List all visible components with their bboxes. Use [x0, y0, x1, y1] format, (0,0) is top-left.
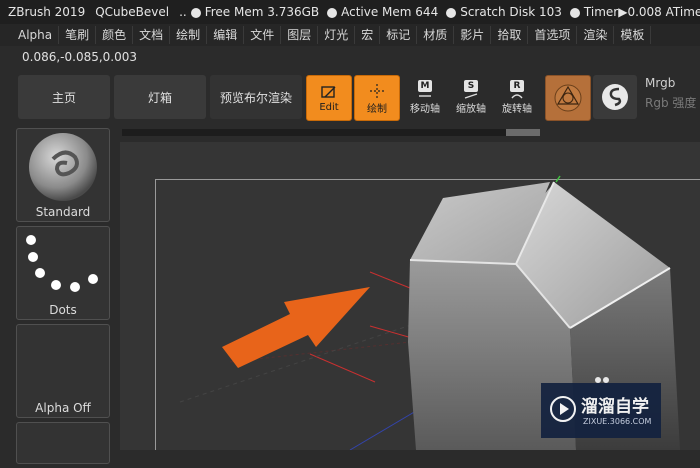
edit-icon — [321, 85, 336, 98]
app-title: ZBrush 2019 — [8, 5, 86, 19]
scale-axis-icon — [464, 92, 478, 99]
status-dot-icon — [190, 7, 201, 18]
status-dot-icon — [327, 7, 338, 18]
pointer-arrow — [222, 287, 370, 368]
menu-material[interactable]: 材质 — [417, 26, 455, 44]
menu-macro[interactable]: 宏 — [355, 26, 381, 44]
watermark-url: ZIXUE.3066.COM — [583, 417, 652, 426]
menu-document[interactable]: 文档 — [133, 26, 171, 44]
menu-edit[interactable]: 编辑 — [207, 26, 245, 44]
move-key-icon: M — [418, 79, 432, 92]
rgb-controls: Mrgb Rgb 强度 — [645, 76, 696, 111]
rotate-axis-icon — [511, 93, 523, 98]
menu-picker[interactable]: 拾取 — [491, 26, 529, 44]
title-bar: ZBrush 2019 QCubeBevel .. Free Mem 3.736… — [0, 0, 700, 24]
bpr-preview-button[interactable]: 预览布尔渲染 — [210, 75, 302, 119]
title-separator: .. — [179, 5, 187, 19]
menu-marker[interactable]: 标记 — [380, 26, 418, 44]
rotate-key-icon: R — [510, 79, 524, 92]
edit-button[interactable]: Edit — [306, 75, 352, 121]
rgb-intensity-slider[interactable]: Rgb 强度 — [645, 94, 696, 111]
menu-layer[interactable]: 图层 — [281, 26, 319, 44]
color-swatch-icon — [602, 84, 628, 110]
watermark-title: 溜溜自学 — [581, 397, 649, 417]
left-shelf: Standard Dots Alpha Off — [16, 128, 112, 468]
edit-label: Edit — [319, 101, 339, 113]
status-dot-icon — [569, 7, 580, 18]
home-button[interactable]: 主页 — [18, 75, 110, 119]
timer: Timer▶0.008 ATime▶ — [583, 5, 700, 19]
alpha-selector[interactable]: Alpha Off — [16, 324, 110, 418]
menu-preferences[interactable]: 首选项 — [528, 26, 578, 44]
texture-selector[interactable] — [16, 422, 110, 464]
active-mem: Active Mem 644 — [341, 5, 439, 19]
move-button[interactable]: M 移动轴 — [406, 78, 444, 116]
canvas-scrollbar[interactable] — [122, 129, 540, 136]
color-button[interactable] — [593, 75, 637, 119]
menu-bar: Alpha 笔刷 颜色 文档 绘制 编辑 文件 图层 灯光 宏 标记 材质 影片… — [0, 24, 700, 46]
scale-label: 缩放轴 — [456, 103, 486, 115]
menu-file[interactable]: 文件 — [244, 26, 282, 44]
dots-stroke-icon — [26, 235, 98, 292]
draw-button[interactable]: 绘制 — [354, 75, 400, 121]
brush-name: Standard — [35, 205, 91, 219]
lightbox-button[interactable]: 灯箱 — [114, 75, 206, 119]
stroke-selector[interactable]: Dots — [16, 226, 110, 320]
move-label: 移动轴 — [410, 103, 440, 115]
mrgb-toggle[interactable]: Mrgb — [645, 76, 675, 90]
brush-selector[interactable]: Standard — [16, 128, 110, 222]
menu-stencil[interactable]: 模板 — [614, 26, 652, 44]
cursor-coordinates: 0.086,-0.085,0.003 — [22, 50, 138, 64]
rotate-label: 旋转轴 — [502, 103, 532, 115]
draw-label: 绘制 — [367, 103, 387, 115]
material-button[interactable] — [545, 75, 591, 121]
stroke-name: Dots — [49, 303, 77, 317]
top-toolbar: 主页 灯箱 预览布尔渲染 Edit 绘制 M 移动轴 S 缩放轴 R 旋转轴 — [0, 70, 700, 122]
draw-icon — [370, 83, 384, 98]
scratch-disk: Scratch Disk 103 — [460, 5, 562, 19]
rotate-button[interactable]: R 旋转轴 — [498, 78, 536, 116]
scale-key-icon: S — [464, 79, 478, 92]
move-axis-icon — [419, 94, 431, 97]
document-title: QCubeBevel — [95, 5, 170, 19]
material-sphere-icon — [554, 84, 582, 112]
watermark-play-icon — [550, 396, 576, 422]
menu-brush[interactable]: 笔刷 — [59, 26, 97, 44]
scale-button[interactable]: S 缩放轴 — [452, 78, 490, 116]
status-dot-icon — [446, 7, 457, 18]
menu-draw[interactable]: 绘制 — [170, 26, 208, 44]
menu-render[interactable]: 渲染 — [577, 26, 615, 44]
menu-color[interactable]: 颜色 — [96, 26, 134, 44]
alpha-name: Alpha Off — [35, 401, 91, 415]
free-mem: Free Mem 3.736GB — [204, 5, 320, 19]
menu-light[interactable]: 灯光 — [318, 26, 356, 44]
scrollbar-thumb[interactable] — [506, 129, 540, 136]
standard-brush-icon — [29, 133, 97, 201]
watermark: 溜溜自学 ZIXUE.3066.COM — [541, 383, 661, 438]
menu-movie[interactable]: 影片 — [454, 26, 492, 44]
menu-alpha[interactable]: Alpha — [0, 26, 60, 44]
